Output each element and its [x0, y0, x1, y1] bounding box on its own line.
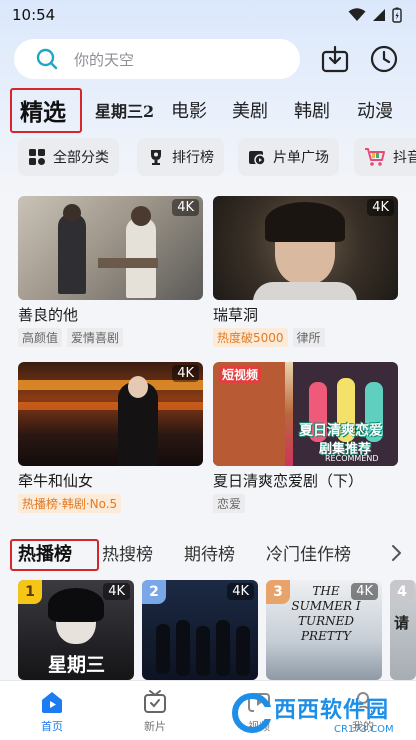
poster-title: 请: [394, 614, 410, 632]
rank-card[interactable]: 1 4K 星期三: [18, 580, 134, 680]
history-button[interactable]: [368, 43, 400, 75]
video-thumbnail: 短视频 夏日清爽恋爱 剧集推荐 RECOMMEND: [213, 362, 398, 466]
tab-hidden-gems[interactable]: 冷门佳作榜: [266, 540, 351, 565]
video-card[interactable]: 4K 善良的他 高颜值 爱情喜剧: [18, 196, 203, 347]
poster-text: RECOMMEND: [325, 454, 379, 463]
video-tag: 热度破5000: [213, 328, 288, 347]
tab-movies[interactable]: 电影: [171, 87, 207, 133]
video-title: 牵牛和仙女: [18, 472, 94, 490]
nav-label: 首页: [41, 720, 63, 733]
video-tags: 高颜值 爱情喜剧: [18, 328, 203, 347]
video-thumbnail: 4K: [213, 196, 398, 300]
video-thumbnail: 4K: [18, 196, 203, 300]
poster-title: 星期三: [48, 654, 106, 676]
watermark: 西西软件园 CR173.COM: [232, 690, 408, 736]
ranking-button[interactable]: 排行榜: [137, 138, 224, 176]
search-row: 你的天空: [14, 39, 406, 79]
playlist-square-button[interactable]: 片单广场: [238, 138, 339, 176]
playlist-icon: [249, 151, 266, 166]
tv-icon: [144, 690, 166, 713]
quality-badge: 4K: [172, 199, 199, 216]
nav-new-releases[interactable]: 新片: [125, 689, 185, 734]
video-tags: 恋爱: [213, 494, 398, 513]
download-button[interactable]: [319, 43, 351, 75]
download-icon: [321, 45, 349, 73]
video-tags: 热度破5000 律所: [213, 328, 398, 347]
annotation-highlight: [10, 539, 99, 571]
watermark-brand: 西西软件园: [274, 697, 390, 723]
quick-links: 全部分类 排行榜 片单广场 抖音: [0, 138, 416, 178]
cart-icon: [365, 148, 385, 166]
watermark-logo: [232, 693, 272, 733]
chevron-right-icon[interactable]: [390, 544, 402, 562]
search-placeholder: 你的天空: [74, 50, 135, 69]
video-title: 善良的他: [18, 306, 79, 324]
tab-wednesday[interactable]: 星期三2: [95, 87, 154, 133]
rank-number: 1: [18, 580, 42, 604]
clock-icon: [370, 45, 398, 73]
search-input[interactable]: 你的天空: [14, 39, 300, 79]
status-icons: [348, 7, 402, 23]
video-tag: 高颜值: [18, 328, 63, 347]
quality-badge: 4K: [172, 365, 199, 382]
signal-icon: [373, 9, 385, 21]
wifi-icon: [348, 8, 366, 21]
video-tag: 爱情喜剧: [67, 328, 124, 347]
status-time: 10:54: [12, 6, 56, 24]
tab-us-series[interactable]: 美剧: [232, 87, 268, 133]
tab-anime[interactable]: 动漫: [357, 87, 393, 133]
nav-home[interactable]: 首页: [22, 689, 82, 734]
video-thumbnail: 4K: [18, 362, 203, 466]
video-card[interactable]: 4K 瑞草洞 热度破5000 律所: [213, 196, 398, 347]
nav-label: 新片: [144, 720, 166, 733]
poster-text: 夏日清爽恋爱: [299, 423, 383, 439]
rank-number: 4: [390, 580, 414, 604]
home-icon: [42, 692, 62, 713]
video-card[interactable]: 4K 牵牛和仙女 热播榜·韩剧·No.5: [18, 362, 203, 513]
quick-link-label: 片单广场: [273, 150, 329, 166]
quality-badge: 4K: [367, 199, 394, 216]
quality-badge: 4K: [103, 583, 130, 600]
quick-link-label: 全部分类: [53, 150, 109, 166]
video-card[interactable]: 短视频 夏日清爽恋爱 剧集推荐 RECOMMEND 夏日清爽恋爱剧（下） 恋爱: [213, 362, 398, 513]
video-tag: 律所: [292, 328, 325, 347]
annotation-highlight: [10, 88, 82, 133]
grid-icon: [29, 149, 45, 165]
status-bar: 10:54: [0, 0, 416, 30]
search-icon: [36, 48, 58, 70]
quick-link-label: 抖音: [393, 150, 416, 166]
tab-anticipated[interactable]: 期待榜: [184, 540, 235, 565]
tab-k-drama[interactable]: 韩剧: [294, 87, 330, 133]
video-title: 瑞草洞: [213, 306, 259, 324]
video-tag: 热播榜·韩剧·No.5: [18, 494, 122, 513]
all-categories-button[interactable]: 全部分类: [18, 138, 119, 176]
rank-card[interactable]: 4 请: [390, 580, 416, 680]
quality-badge: 4K: [227, 583, 254, 600]
poster-text: 短视频: [219, 366, 262, 383]
tab-hot-search[interactable]: 热搜榜: [102, 540, 153, 565]
video-tags: 热播榜·韩剧·No.5: [18, 494, 203, 513]
quick-link-label: 排行榜: [172, 150, 214, 166]
video-title: 夏日清爽恋爱剧（下）: [213, 472, 364, 490]
douyin-button[interactable]: 抖音: [354, 138, 416, 176]
rank-card[interactable]: 3 4K THE SUMMER I TURNED PRETTY: [266, 580, 382, 680]
rank-card[interactable]: 2 4K: [142, 580, 258, 680]
poster-title: THE SUMMER I TURNED PRETTY: [291, 584, 361, 643]
battery-icon: [392, 7, 402, 23]
trophy-icon: [151, 150, 161, 165]
watermark-url: CR173.COM: [334, 723, 394, 735]
video-tag: 恋爱: [213, 494, 246, 513]
rank-number: 2: [142, 580, 166, 604]
